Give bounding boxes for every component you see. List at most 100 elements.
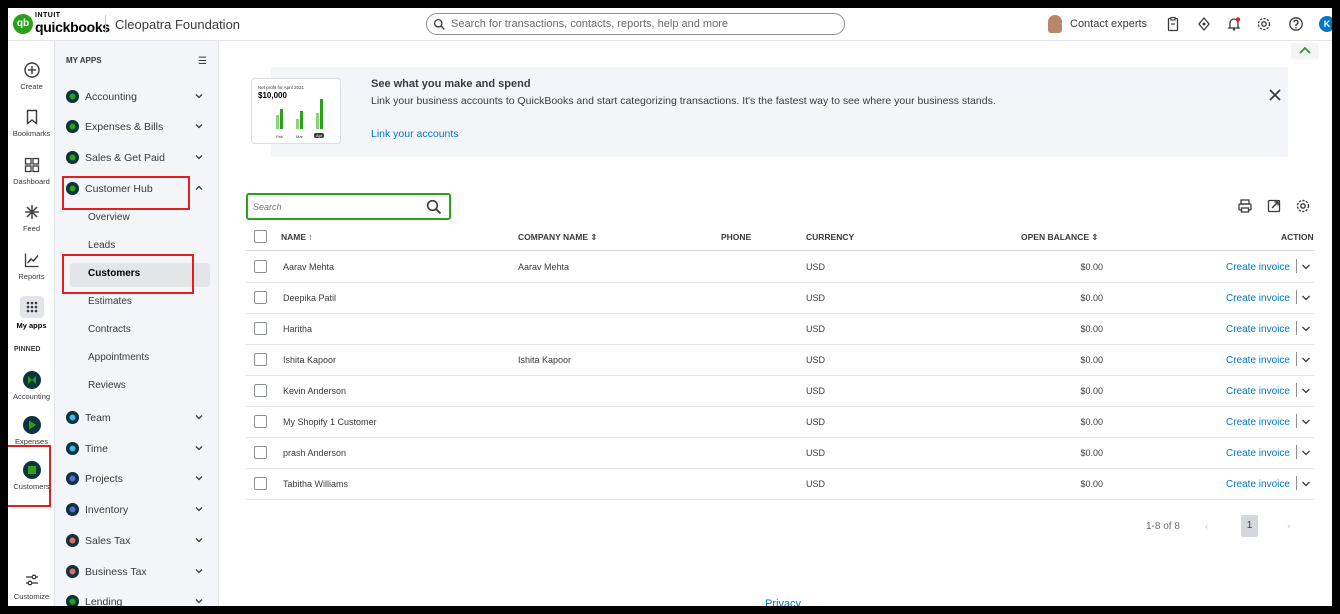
collapse-menu-icon[interactable]: ☰ [198, 56, 207, 67]
rail-pinned-expenses[interactable]: Expenses [8, 416, 55, 446]
chevron-down-icon[interactable] [1301, 324, 1311, 334]
table-row[interactable]: My Shopify 1 Customer USD $0.00 Create i… [246, 407, 1314, 438]
chevron-down-icon [195, 538, 203, 543]
table-row[interactable]: Haritha USD $0.00 Create invoice [246, 314, 1314, 345]
chevron-down-icon[interactable] [1301, 262, 1311, 272]
export-icon[interactable] [1266, 198, 1282, 214]
create-invoice-link[interactable]: Create invoice [1226, 293, 1290, 304]
menu-item-expenses-bills[interactable]: Expenses & Bills [55, 117, 219, 137]
rail-customize[interactable]: Customize [8, 571, 55, 601]
pagination-next-button[interactable]: › [1287, 521, 1290, 532]
row-checkbox[interactable] [254, 353, 267, 366]
row-checkbox[interactable] [254, 322, 267, 335]
close-icon[interactable] [1268, 88, 1282, 102]
rail-dashboard-label: Dashboard [13, 177, 50, 186]
create-invoice-link[interactable]: Create invoice [1226, 448, 1290, 459]
row-checkbox[interactable] [254, 415, 267, 428]
pagination-page-1[interactable]: 1 [1241, 515, 1258, 537]
menu-item-time[interactable]: Time [55, 439, 219, 459]
row-checkbox[interactable] [254, 477, 267, 490]
global-search-input[interactable]: Search for transactions, contacts, repor… [426, 13, 845, 35]
feedback-icon[interactable] [1196, 16, 1212, 32]
chevron-down-icon[interactable] [1301, 386, 1311, 396]
menu-item-team[interactable]: Team [55, 408, 219, 428]
customer-name[interactable]: My Shopify 1 Customer [283, 417, 377, 427]
chevron-down-icon[interactable] [1301, 479, 1311, 489]
rail-feed[interactable]: Feed [8, 203, 55, 233]
create-invoice-link[interactable]: Create invoice [1226, 355, 1290, 366]
create-invoice-link[interactable]: Create invoice [1226, 262, 1290, 273]
menu-item-business-tax[interactable]: Business Tax [55, 562, 219, 582]
open-balance-cell: $0.00 [1080, 417, 1103, 427]
create-invoice-link[interactable]: Create invoice [1226, 479, 1290, 490]
rail-my-apps[interactable]: My apps [8, 296, 55, 330]
customer-name[interactable]: Aarav Mehta [283, 262, 334, 272]
row-checkbox[interactable] [254, 291, 267, 304]
menu-item-accounting[interactable]: Accounting [55, 87, 219, 107]
rail-reports[interactable]: Reports [8, 251, 55, 281]
help-icon[interactable] [1288, 16, 1304, 32]
user-avatar[interactable]: K [1319, 16, 1332, 32]
rail-customize-label: Customize [13, 592, 50, 601]
submenu-contracts[interactable]: Contracts [88, 324, 131, 335]
select-all-checkbox[interactable] [254, 230, 267, 243]
clipboard-icon[interactable] [1165, 16, 1181, 32]
gear-icon[interactable] [1256, 16, 1272, 32]
quickbooks-logo-icon[interactable]: qb [13, 14, 33, 34]
create-invoice-link[interactable]: Create invoice [1226, 386, 1290, 397]
table-settings-gear-icon[interactable] [1295, 198, 1311, 214]
column-header-open-balance[interactable]: OPEN BALANCE ⇕ [1021, 232, 1099, 243]
customer-search-input[interactable] [253, 199, 418, 215]
row-checkbox[interactable] [254, 384, 267, 397]
search-icon[interactable] [426, 199, 442, 215]
submenu-reviews[interactable]: Reviews [88, 380, 126, 391]
link-accounts-link[interactable]: Link your accounts [371, 128, 459, 140]
customer-name[interactable]: prash Anderson [283, 448, 346, 458]
customer-name[interactable]: Ishita Kapoor [283, 355, 336, 365]
submenu-overview[interactable]: Overview [88, 212, 130, 223]
submenu-estimates[interactable]: Estimates [88, 296, 132, 307]
rail-dashboard[interactable]: Dashboard [8, 156, 55, 186]
column-header-company[interactable]: COMPANY NAME ⇕ [518, 232, 598, 243]
mini-bar [276, 115, 279, 129]
create-invoice-link[interactable]: Create invoice [1226, 417, 1290, 428]
table-row[interactable]: Tabitha Williams USD $0.00 Create invoic… [246, 469, 1314, 500]
create-invoice-link[interactable]: Create invoice [1226, 324, 1290, 335]
intuit-wordmark: INTUIT [35, 12, 61, 19]
chevron-down-icon[interactable] [1301, 417, 1311, 427]
menu-item-label: Sales & Get Paid [85, 152, 165, 164]
rail-create[interactable]: Create [8, 61, 55, 91]
row-checkbox[interactable] [254, 260, 267, 273]
column-header-name[interactable]: NAME ↑ [281, 232, 313, 242]
rail-pinned-accounting-label: Accounting [12, 392, 51, 401]
pagination-prev-button[interactable]: ‹ [1205, 521, 1208, 532]
table-row[interactable]: Aarav Mehta Aarav Mehta USD $0.00 Create… [246, 252, 1314, 283]
rail-pinned-accounting[interactable]: Accounting [8, 371, 55, 401]
menu-item-label: Time [85, 443, 108, 455]
print-icon[interactable] [1237, 198, 1253, 214]
scroll-to-top-icon[interactable] [1291, 43, 1319, 59]
row-checkbox[interactable] [254, 446, 267, 459]
menu-item-sales-tax[interactable]: Sales Tax [55, 531, 219, 551]
table-row[interactable]: Kevin Anderson USD $0.00 Create invoice [246, 376, 1314, 407]
lending-app-icon [66, 595, 79, 606]
menu-item-projects[interactable]: Projects [55, 469, 219, 489]
privacy-link[interactable]: Privacy [765, 598, 801, 606]
table-row[interactable]: Ishita Kapoor Ishita Kapoor USD $0.00 Cr… [246, 345, 1314, 376]
menu-item-lending[interactable]: Lending [55, 592, 219, 606]
submenu-leads[interactable]: Leads [88, 240, 115, 251]
menu-item-inventory[interactable]: Inventory [55, 500, 219, 520]
chevron-down-icon[interactable] [1301, 293, 1311, 303]
table-row[interactable]: prash Anderson USD $0.00 Create invoice [246, 438, 1314, 469]
customer-name[interactable]: Deepika Patil [283, 293, 336, 303]
menu-item-sales-get-paid[interactable]: Sales & Get Paid [55, 148, 219, 168]
chevron-down-icon[interactable] [1301, 355, 1311, 365]
chevron-down-icon[interactable] [1301, 448, 1311, 458]
submenu-appointments[interactable]: Appointments [88, 352, 149, 363]
rail-bookmarks[interactable]: Bookmarks [8, 108, 55, 138]
customer-name[interactable]: Tabitha Williams [283, 479, 348, 489]
notification-bell-icon[interactable] [1226, 16, 1242, 32]
customer-name[interactable]: Haritha [283, 324, 312, 334]
customer-name[interactable]: Kevin Anderson [283, 386, 346, 396]
table-row[interactable]: Deepika Patil USD $0.00 Create invoice [246, 283, 1314, 314]
